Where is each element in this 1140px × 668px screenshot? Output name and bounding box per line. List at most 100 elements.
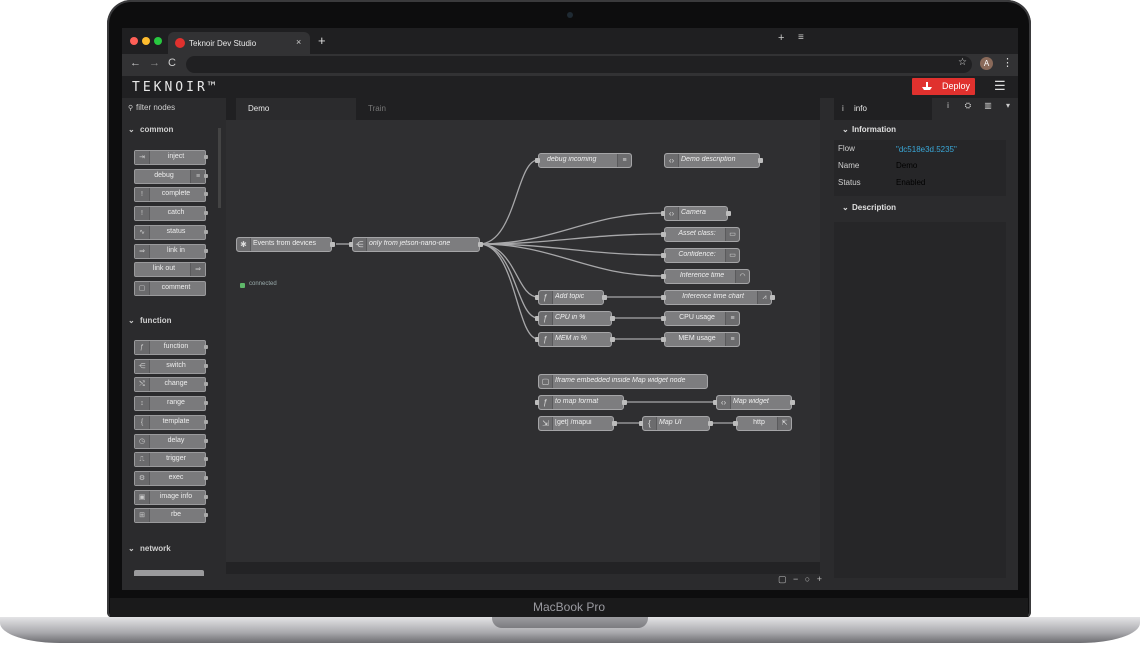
node-get-mapui[interactable]: ⇲ [get] /mapui [538,416,617,431]
category-function[interactable]: function [140,316,172,325]
node-iframe-comment[interactable]: ▢ Iframe embedded inside Map widget node [538,374,708,389]
node-confidence[interactable]: Confidence: ▭ [661,248,740,263]
input-port[interactable] [661,316,666,321]
output-port[interactable] [478,242,483,247]
browser-tab[interactable]: Teknoir Dev Studio × [168,32,310,54]
node-demo-description[interactable]: ‹› Demo description [664,153,763,168]
output-port[interactable] [330,242,335,247]
output-port[interactable] [612,421,617,426]
input-port[interactable] [661,295,666,300]
palette-node-switch[interactable]: ⋲ switch [134,358,208,374]
node-switch-filter[interactable]: ⋲ only from jetson-nano-one [349,237,483,252]
flow-canvas[interactable]: ✱ Events from devices connected ⋲ only f… [226,120,820,562]
node-cpu-in[interactable]: ƒ CPU in % [535,311,615,326]
sidebar-tab-info[interactable]: i info [834,98,932,120]
node-map-ui[interactable]: { Map UI [639,416,713,431]
close-tab-icon[interactable]: × [296,37,301,47]
flow-list-button[interactable]: ≡ [798,32,804,43]
input-port[interactable] [535,158,540,163]
deploy-button[interactable]: Deploy [912,78,975,95]
flow-id-value[interactable]: "dc518e3d.5235" [896,145,957,154]
minimize-window-icon[interactable] [142,37,150,45]
laptop-notch [492,617,648,628]
palette-node-change[interactable]: ⤭ change [134,377,208,393]
new-tab-button[interactable]: + [318,33,326,48]
node-inference-chart[interactable]: Inference time chart ⩘ [661,290,775,305]
node-camera[interactable]: ‹› Camera [661,206,731,221]
palette-node-function[interactable]: ƒ function [134,340,208,355]
profile-avatar[interactable]: A [980,57,993,70]
palette-scrollbar[interactable] [218,128,221,208]
palette-node-image-info[interactable]: ▣ image info [134,489,208,505]
palette-node-status[interactable]: ∿ status [134,224,208,240]
input-port[interactable] [733,421,738,426]
dashboard-chart-icon[interactable]: ▥ [980,101,996,116]
palette-node-debug[interactable]: ≡ debug [134,168,208,184]
output-port[interactable] [708,421,713,426]
close-window-icon[interactable] [130,37,138,45]
canvas-scrollbar[interactable] [226,562,820,574]
node-mem-in[interactable]: ƒ MEM in % [535,332,615,347]
image-info-icon: ▣ [135,490,150,504]
output-port[interactable] [622,400,627,405]
bookmark-star-icon[interactable]: ☆ [958,57,967,68]
palette-node-catch[interactable]: ! catch [134,206,208,222]
palette-node-inject[interactable]: ⇥ inject [134,150,208,165]
input-port[interactable] [661,337,666,342]
palette-node-range[interactable]: ↕ range [134,396,208,412]
main-menu-icon[interactable]: ☰ [994,78,1006,94]
information-header[interactable]: Information [852,125,896,134]
output-port[interactable] [610,316,615,321]
back-icon[interactable]: ← [130,57,141,69]
palette-node-partial[interactable] [134,570,204,576]
address-bar[interactable] [186,56,972,73]
node-asset-class[interactable]: Asset class: ▭ [661,227,740,242]
palette-node-complete[interactable]: ! complete [134,187,208,203]
output-port [204,475,208,480]
output-port[interactable] [790,400,795,405]
workspace-tabs: Demo Train [226,98,820,120]
node-add-topic[interactable]: ƒ Add topic [535,290,607,305]
tab-train[interactable]: Train [356,98,476,120]
filter-nodes-input[interactable]: filter nodes [136,103,175,112]
palette-node-exec[interactable]: ⚙ exec [134,470,208,486]
node-to-map-format[interactable]: ƒ to map format [535,395,627,410]
category-network[interactable]: network [140,544,171,553]
node-debug-incoming[interactable]: debug incoming ≡ [535,153,632,168]
palette-node-delay[interactable]: ◷ delay [134,433,208,449]
zoom-controls[interactable]: ▢ − ○ + [778,574,824,585]
info-icon[interactable]: i [940,101,956,116]
node-inference-time[interactable]: Inference time ◠ [661,269,750,284]
output-port[interactable] [602,295,607,300]
forward-icon[interactable]: → [149,57,160,69]
reload-icon[interactable]: C [168,57,176,69]
output-port[interactable] [726,211,731,216]
chevron-down-icon[interactable]: ▾ [1000,101,1016,116]
browser-menu-icon[interactable]: ⋮ [1002,56,1013,69]
palette-node-trigger[interactable]: ⎍ trigger [134,452,208,468]
input-port[interactable] [661,274,666,279]
input-port[interactable] [661,232,666,237]
output-port[interactable] [758,158,763,163]
description-header[interactable]: Description [852,203,896,212]
palette-node-comment[interactable]: ▢ comment [134,280,206,296]
palette-node-template[interactable]: {template [134,414,208,430]
browser-toolbar: ← → C ☆ A ⋮ [122,54,1018,76]
palette-node-link-out[interactable]: ⇒ link out [134,262,206,278]
category-common[interactable]: common [140,125,173,134]
debug-bug-icon[interactable]: ⛭ [960,101,976,116]
node-http-response[interactable]: http ⇱ [733,416,792,431]
maximize-window-icon[interactable] [154,37,162,45]
node-events-from-devices[interactable]: ✱ Events from devices [236,237,335,252]
input-port[interactable] [661,253,666,258]
tab-demo[interactable]: Demo [236,98,356,120]
output-port[interactable] [610,337,615,342]
search-icon: ⚲ [128,105,134,112]
node-cpu-usage[interactable]: CPU usage ≡ [661,311,740,326]
palette-node-link-in[interactable]: ⇒ link in [134,243,208,259]
node-map-widget[interactable]: ‹› Map widget [713,395,795,410]
node-mem-usage[interactable]: MEM usage ≡ [661,332,740,347]
output-port[interactable] [770,295,775,300]
palette-node-rbe[interactable]: ⊞ rbe [134,508,208,524]
add-flow-button[interactable]: + [778,32,784,44]
